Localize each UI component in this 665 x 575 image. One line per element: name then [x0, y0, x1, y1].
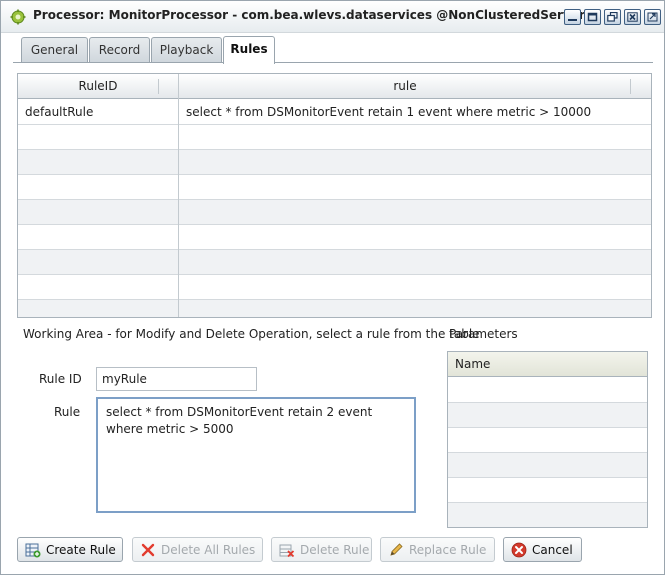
rule-id-label: Rule ID — [39, 372, 82, 386]
cancel-button[interactable]: Cancel — [503, 537, 582, 562]
title-bar[interactable]: Processor: MonitorProcessor - com.bea.wl… — [1, 1, 664, 33]
table-row[interactable] — [448, 478, 647, 503]
table-row[interactable] — [18, 150, 651, 175]
pencil-icon — [390, 543, 403, 556]
table-row[interactable] — [18, 225, 651, 250]
tab-playback[interactable]: Playback — [151, 37, 222, 63]
table-row[interactable] — [18, 275, 651, 300]
restore-icon — [607, 12, 618, 22]
rule-label: Rule — [54, 405, 81, 419]
cancel-label: Cancel — [532, 543, 573, 557]
table-row[interactable] — [448, 403, 647, 428]
table-row[interactable] — [18, 250, 651, 275]
header-divider — [158, 79, 159, 94]
maximize-icon — [587, 12, 598, 22]
table-row[interactable] — [18, 175, 651, 200]
rule-id-cell: defaultRule — [25, 105, 94, 119]
rule-id-input[interactable]: myRule — [96, 367, 257, 391]
detach-button[interactable] — [644, 9, 661, 25]
rule-textarea[interactable]: select * from DSMonitorEvent retain 2 ev… — [96, 397, 416, 513]
delete-rule-label: Delete Rule — [300, 543, 370, 557]
window-title: Processor: MonitorProcessor - com.bea.wl… — [33, 8, 585, 22]
table-row[interactable] — [18, 300, 651, 317]
minimize-icon — [568, 19, 577, 21]
processor-gear-icon — [10, 9, 26, 25]
rules-table[interactable]: RuleID rule defaultRule select * from DS… — [17, 73, 652, 318]
restore-button[interactable] — [604, 9, 621, 25]
table-row[interactable] — [448, 378, 647, 403]
tab-divider — [13, 62, 653, 63]
parameters-caption: Parameters — [449, 327, 518, 341]
table-row[interactable] — [18, 200, 651, 225]
column-header-ruleid[interactable]: RuleID — [18, 74, 178, 99]
table-row[interactable]: defaultRule select * from DSMonitorEvent… — [18, 100, 651, 125]
column-header-rule[interactable]: rule — [179, 74, 631, 99]
delete-x-icon — [141, 543, 155, 557]
tab-general[interactable]: General — [21, 37, 88, 63]
table-row[interactable] — [448, 503, 647, 527]
delete-all-rules-button[interactable]: Delete All Rules — [132, 537, 263, 562]
replace-rule-button[interactable]: Replace Rule — [380, 537, 495, 562]
minimize-button[interactable] — [564, 9, 581, 25]
create-rule-button[interactable]: Create Rule — [17, 537, 123, 562]
delete-rule-icon — [279, 544, 295, 558]
column-header-name[interactable]: Name — [448, 352, 647, 377]
create-rule-label: Create Rule — [46, 543, 116, 557]
working-area-caption: Working Area - for Modify and Delete Ope… — [23, 327, 480, 341]
close-icon — [627, 12, 638, 22]
table-row[interactable] — [448, 428, 647, 453]
maximize-button[interactable] — [584, 9, 601, 25]
rule-text-cell: select * from DSMonitorEvent retain 1 ev… — [186, 105, 592, 119]
delete-rule-button[interactable]: Delete Rule — [271, 537, 372, 562]
header-divider — [630, 79, 631, 94]
processor-dialog: Processor: MonitorProcessor - com.bea.wl… — [0, 0, 665, 575]
cancel-icon — [511, 542, 527, 558]
column-divider — [178, 74, 179, 317]
detach-icon — [647, 12, 658, 22]
table-row[interactable] — [448, 453, 647, 478]
delete-all-rules-label: Delete All Rules — [161, 543, 256, 557]
tab-record[interactable]: Record — [89, 37, 150, 63]
create-rule-icon — [25, 543, 41, 558]
replace-rule-label: Replace Rule — [409, 543, 487, 557]
table-row[interactable] — [18, 125, 651, 150]
tab-rules[interactable]: Rules — [223, 36, 275, 64]
rules-table-header: RuleID rule — [18, 74, 651, 99]
parameters-table[interactable]: Name — [447, 351, 648, 528]
close-button[interactable] — [624, 9, 641, 25]
